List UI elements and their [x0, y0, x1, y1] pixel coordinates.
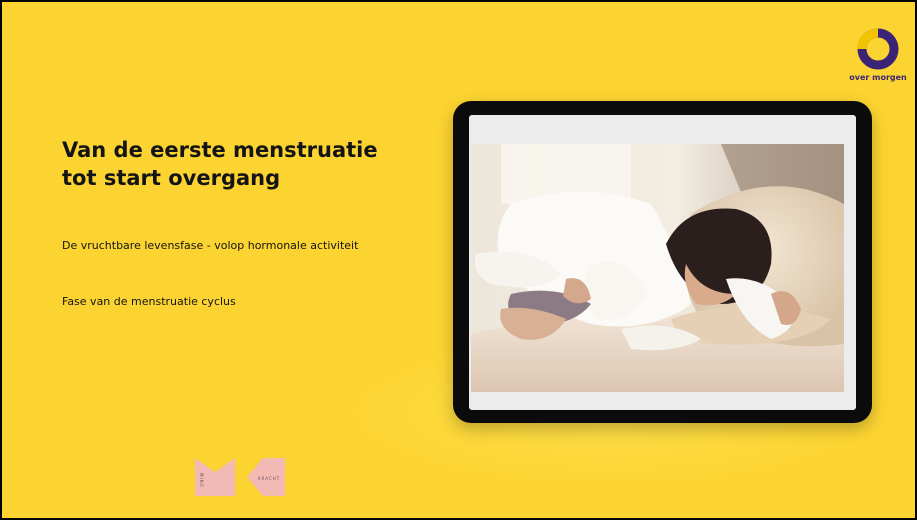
slide: over morgen Van de eerste menstruatie to…	[2, 2, 915, 518]
mino-kracht-logo: MINO KRACHT	[195, 458, 287, 498]
mino-label: MINO	[199, 473, 204, 488]
woman-in-bed-photo	[471, 144, 844, 392]
slide-title-line-2: tot start overgang	[62, 166, 281, 190]
slide-title: Van de eerste menstruatie tot start over…	[62, 136, 452, 192]
tablet-screen	[469, 115, 856, 410]
body-text-2: Fase van de menstruatie cyclus	[62, 295, 236, 308]
over-morgen-logo: over morgen	[845, 22, 911, 92]
body-text-1: De vruchtbare levensfase - volop hormona…	[62, 239, 359, 252]
tablet-mockup	[453, 101, 872, 423]
ring-logo-icon	[857, 28, 899, 70]
slide-title-line-1: Van de eerste menstruatie	[62, 138, 378, 162]
logo-wordmark: over morgen	[849, 73, 907, 82]
kracht-label: KRACHT	[258, 476, 281, 481]
